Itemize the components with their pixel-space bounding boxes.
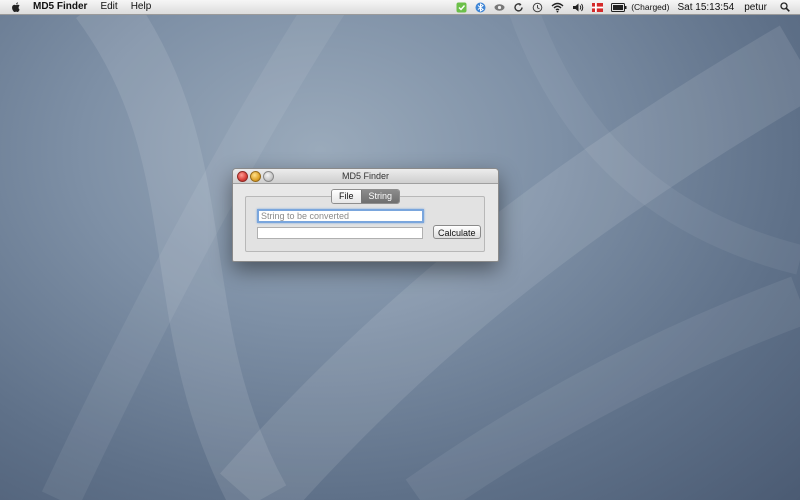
- volume-icon[interactable]: [572, 2, 584, 13]
- md5-output-field[interactable]: [257, 227, 423, 239]
- minimize-button[interactable]: [250, 171, 261, 182]
- tab-string[interactable]: String: [360, 190, 400, 203]
- battery-status: (Charged): [631, 2, 670, 12]
- tab-file[interactable]: File: [332, 190, 361, 203]
- eye-icon[interactable]: [494, 2, 505, 13]
- menu-bar: MD5 Finder Edit Help (Charged) Sat 15:13…: [0, 0, 800, 15]
- apple-icon[interactable]: [9, 0, 23, 14]
- close-button[interactable]: [237, 171, 248, 182]
- refresh-icon[interactable]: [513, 2, 524, 13]
- string-input[interactable]: [257, 209, 424, 223]
- tab-panel: [245, 196, 485, 252]
- menu-clock[interactable]: Sat 15:13:54: [677, 2, 734, 13]
- window-title: MD5 Finder: [341, 171, 389, 181]
- md5-finder-window: MD5 Finder File String Calculate: [232, 168, 499, 262]
- menu-edit[interactable]: Edit: [100, 0, 117, 14]
- time-machine-icon[interactable]: [532, 2, 543, 13]
- wifi-icon[interactable]: [551, 2, 564, 13]
- menu-app-name[interactable]: MD5 Finder: [33, 0, 87, 14]
- calculate-button[interactable]: Calculate: [433, 225, 481, 239]
- menu-help[interactable]: Help: [131, 0, 152, 14]
- window-titlebar[interactable]: MD5 Finder: [233, 169, 498, 184]
- flag-icon[interactable]: [592, 2, 604, 12]
- mode-tabs: File String: [331, 189, 401, 204]
- bluetooth-sync-icon[interactable]: [475, 2, 486, 13]
- menu-user[interactable]: petur: [744, 2, 767, 13]
- zoom-button[interactable]: [263, 171, 274, 182]
- battery-icon[interactable]: [611, 2, 627, 12]
- desktop: MD5 Finder Edit Help (Charged) Sat 15:13…: [0, 0, 800, 500]
- spotlight-icon[interactable]: [780, 2, 790, 12]
- green-sync-icon[interactable]: [456, 2, 467, 13]
